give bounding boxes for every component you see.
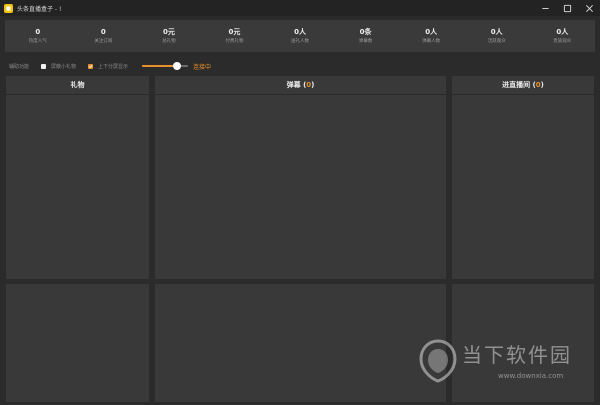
stat-label: 弹幕数 (358, 39, 373, 44)
stat-total-gifts: 0元 总礼物 (136, 20, 202, 52)
stat-value: 0人 (294, 28, 306, 36)
maximize-icon (563, 4, 571, 12)
enter-room-panel-title: 进直播间 (502, 81, 531, 89)
stat-label: 活跃观众 (487, 39, 506, 44)
danmu-count: 0 (306, 81, 312, 89)
app-logo-icon (4, 3, 13, 13)
stat-active-viewers: 0人 活跃观众 (464, 20, 530, 52)
maximize-button[interactable] (556, 0, 578, 16)
danmu-panel-title: 弹幕 (286, 81, 301, 89)
split-display-option[interactable]: 上下分屏显示 (88, 63, 128, 70)
block-small-gift-checkbox[interactable] (41, 63, 47, 69)
checkmark-icon (88, 64, 93, 68)
stat-paid-gifts: 0元 付费礼物 (202, 20, 268, 52)
stat-value: 0条 (359, 28, 372, 36)
split-display-checkbox[interactable] (88, 63, 94, 69)
stat-value: 0人 (425, 28, 438, 36)
stat-noble-viewers: 0人 贵族观众 (530, 20, 596, 52)
window-controls (534, 0, 600, 16)
stat-gift-senders: 0人 送礼人数 (267, 20, 333, 52)
gift-panel-title: 礼物 (70, 81, 85, 89)
stat-danmu-count: 0条 弹幕数 (333, 20, 399, 52)
slider-thumb[interactable] (172, 62, 181, 70)
minimize-button[interactable] (534, 0, 556, 16)
stat-label: 送礼人数 (291, 39, 310, 44)
window-title: 头条直播盒子 - ! (17, 5, 62, 13)
danmu-panel-header: 弹幕 (0) (155, 76, 446, 95)
stat-value: 0元 (228, 28, 241, 36)
split-display-label: 上下分屏显示 (98, 63, 129, 70)
opacity-slider[interactable] (142, 62, 189, 70)
block-small-gift-label: 屏蔽小礼物 (51, 63, 77, 70)
watermark-logo-icon (418, 339, 458, 383)
danmu-panel: 弹幕 (0) (155, 76, 446, 279)
watermark-text: 当下软件园 (462, 343, 572, 367)
stat-popularity: 0 热度人气 (5, 20, 71, 52)
stat-value: 0 (100, 28, 106, 36)
connection-status: 连接中 (193, 63, 212, 71)
gift-panel-header: 礼物 (6, 76, 149, 95)
stat-value: 0人 (556, 28, 569, 36)
block-small-gift-option[interactable]: 屏蔽小礼物 (41, 63, 76, 70)
gift-panel: 礼物 (6, 76, 149, 279)
stat-follows: 0 关注订阅 (71, 20, 137, 52)
minimize-icon (541, 7, 549, 9)
bottom-left-panel (6, 284, 149, 402)
enter-room-panel: 进直播间 (0) (452, 76, 594, 279)
stat-danmu-users: 0人 弹幕人数 (398, 20, 464, 52)
options-row: 辅助功能 屏蔽小礼物 上下分屏显示 连接中 (9, 60, 211, 72)
title-bar[interactable]: 头条直播盒子 - ! (0, 0, 600, 16)
bottom-middle-panel (155, 284, 446, 402)
stat-value: 0 (35, 28, 41, 36)
slider-fill (142, 65, 177, 67)
stat-label: 弹幕人数 (422, 39, 441, 44)
watermark-url: www.downxia.com (498, 372, 564, 380)
close-icon (585, 4, 593, 12)
stat-value: 0人 (490, 28, 503, 36)
enter-room-count: 0 (535, 81, 541, 89)
stat-label: 总礼物 (162, 39, 176, 44)
stat-label: 贵族观众 (553, 39, 572, 44)
watermark: 当下软件园 www.downxia.com (418, 337, 588, 387)
stats-bar: 0 热度人气 0 关注订阅 0元 总礼物 0元 付费礼物 0人 送礼人数 0条 … (5, 20, 595, 52)
app-window: 头条直播盒子 - ! 0 热度人气 0 关注订阅 0元 总礼物 0元 付费礼物 … (0, 0, 600, 405)
stat-label: 付费礼物 (225, 39, 244, 44)
close-button[interactable] (578, 0, 600, 16)
stat-label: 关注订阅 (94, 39, 113, 44)
enter-room-panel-header: 进直播间 (0) (452, 76, 594, 95)
stat-label: 热度人气 (28, 39, 47, 44)
assist-label: 辅助功能 (9, 63, 30, 70)
stat-value: 0元 (162, 28, 175, 36)
